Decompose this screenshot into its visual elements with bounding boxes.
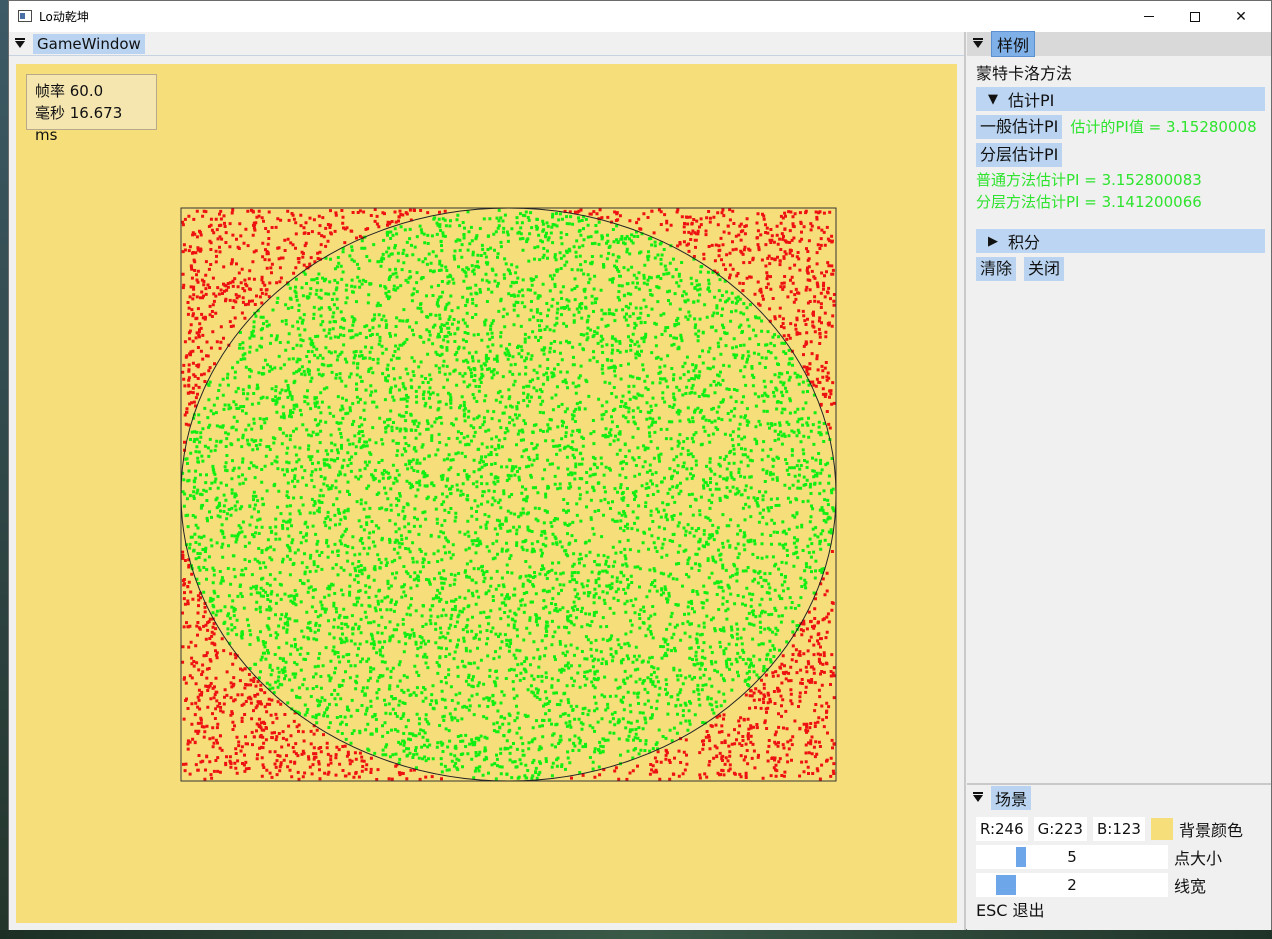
close-panel-button[interactable]: 关闭	[1024, 257, 1065, 281]
expanded-arrow-icon: ▼	[988, 91, 998, 107]
sample-panel-header: 样例	[967, 31, 1271, 57]
collapse-arrow-icon[interactable]	[973, 37, 983, 48]
title-bar[interactable]: Lo动乾坤 ✕	[9, 1, 1271, 32]
background-color-label: 背景颜色	[1178, 821, 1243, 840]
normal-result: 普通方法估计PI = 3.152800083	[976, 171, 1202, 189]
clear-button[interactable]: 清除	[976, 257, 1017, 281]
inside-points	[181, 208, 836, 781]
estimated-value: 估计的PI值 = 3.15280008	[1070, 118, 1257, 136]
game-window-header: GameWindow	[9, 32, 145, 56]
ms-label: 毫秒 16.673 ms	[35, 104, 123, 144]
line-width-value: 2	[1067, 876, 1077, 894]
divider	[9, 55, 964, 56]
desktop-background	[0, 0, 8, 939]
monte-carlo-plot	[180, 207, 837, 782]
game-window-panel: GameWindow 帧率 60.0 毫秒 16.673 ms	[9, 32, 966, 930]
minimize-button[interactable]	[1126, 1, 1172, 32]
section-estimate-label: 估计PI	[1008, 91, 1055, 110]
scene-panel-header: 场景	[967, 786, 1271, 810]
stratified-result: 分层方法估计PI = 3.141200066	[976, 193, 1202, 211]
window-title: Lo动乾坤	[39, 10, 89, 24]
background-color-swatch[interactable]	[1150, 818, 1173, 840]
maximize-icon	[1190, 11, 1200, 22]
collapse-arrow-icon[interactable]	[15, 37, 25, 48]
esc-hint: ESC 退出	[976, 901, 1045, 920]
close-icon: ✕	[1235, 8, 1247, 25]
line-width-slider-handle[interactable]	[996, 875, 1016, 895]
normal-estimate-button[interactable]: 一般估计PI	[976, 115, 1063, 139]
point-size-value: 5	[1067, 848, 1077, 866]
close-button[interactable]: ✕	[1218, 1, 1264, 32]
maximize-button[interactable]	[1172, 1, 1218, 32]
game-window-tab[interactable]: GameWindow	[33, 34, 145, 54]
green-field[interactable]: G:223	[1033, 817, 1087, 841]
stratified-estimate-button[interactable]: 分层估计PI	[976, 143, 1063, 167]
blue-field[interactable]: B:123	[1092, 817, 1145, 841]
game-canvas[interactable]: 帧率 60.0 毫秒 16.673 ms	[16, 64, 957, 923]
point-size-label: 点大小	[1174, 849, 1223, 868]
app-icon	[18, 10, 32, 22]
section-estimate-pi[interactable]: ▼ 估计PI	[976, 87, 1265, 111]
section-integral[interactable]: ▶ 积分	[976, 229, 1265, 253]
point-size-slider[interactable]: 5	[976, 845, 1168, 869]
sample-panel: 样例 蒙特卡洛方法 ▼ 估计PI 一般估计PI 估计的PI值 = 3.15280…	[967, 31, 1271, 783]
sample-tab[interactable]: 样例	[991, 31, 1036, 57]
app-window: Lo动乾坤 ✕ GameWindow 帧率 60.0 毫秒 16.673 ms …	[8, 0, 1272, 930]
method-title: 蒙特卡洛方法	[976, 64, 1073, 83]
line-width-label: 线宽	[1174, 877, 1207, 896]
scene-tab[interactable]: 场景	[991, 786, 1032, 810]
collapsed-arrow-icon: ▶	[988, 233, 998, 249]
line-width-slider[interactable]: 2	[976, 873, 1168, 897]
section-integral-label: 积分	[1008, 233, 1041, 252]
collapse-arrow-icon[interactable]	[973, 791, 983, 802]
fps-label: 帧率 60.0	[35, 82, 104, 100]
scene-panel: 场景 R:246 G:223 B:123 背景颜色 5 点大小 2 线宽 ESC…	[967, 783, 1271, 930]
minimize-icon	[1144, 16, 1154, 17]
desktop-background-bottom	[0, 930, 1272, 939]
red-field[interactable]: R:246	[976, 817, 1028, 841]
point-size-slider-handle[interactable]	[1016, 847, 1026, 867]
fps-overlay: 帧率 60.0 毫秒 16.673 ms	[26, 74, 157, 144]
